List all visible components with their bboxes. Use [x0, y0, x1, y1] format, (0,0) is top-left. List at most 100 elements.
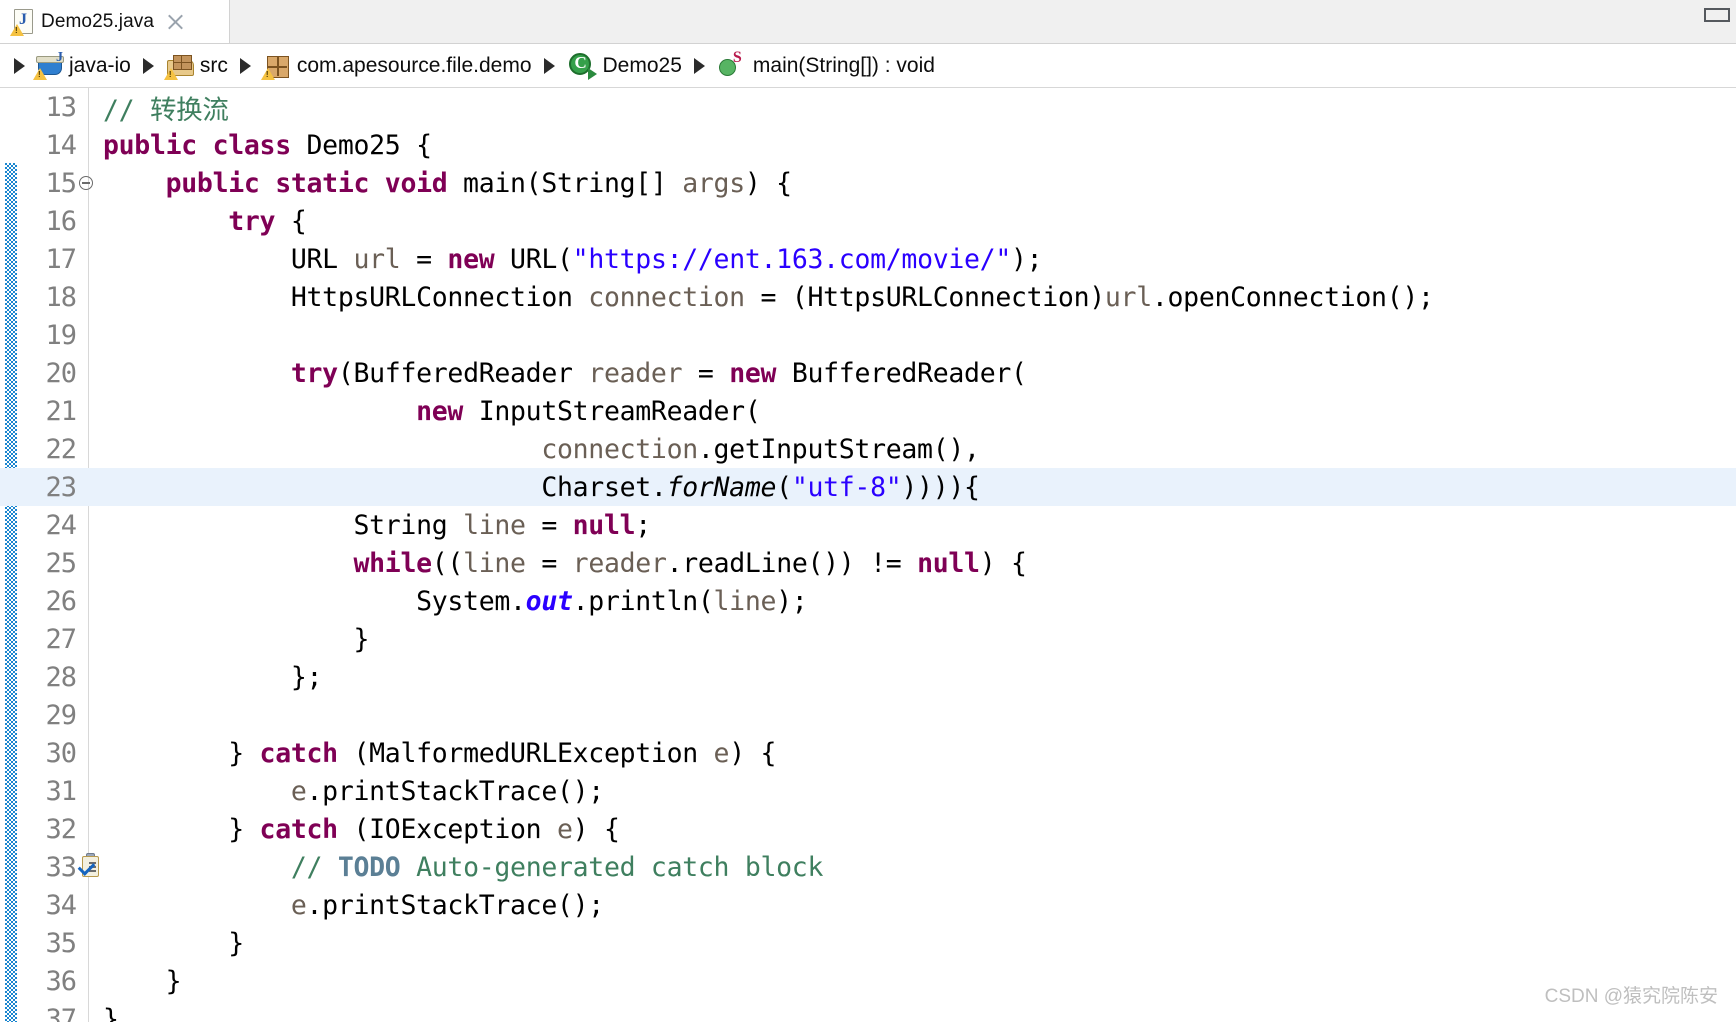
tab-demo25-java[interactable]: J Demo25.java [0, 0, 230, 44]
fold-slot [78, 430, 98, 468]
code-text[interactable]: } catch (IOException e) { [98, 814, 1736, 845]
code-text[interactable]: try(BufferedReader reader = new Buffered… [98, 358, 1736, 389]
code-text[interactable]: System.out.println(line); [98, 586, 1736, 617]
code-line-26[interactable]: 26 System.out.println(line); [0, 582, 1736, 620]
fold-collapse-icon[interactable] [78, 164, 98, 202]
line-number: 37 [45, 1003, 77, 1022]
code-text[interactable]: } catch (MalformedURLException e) { [98, 738, 1736, 769]
todo-task-icon[interactable] [77, 853, 102, 879]
line-number: 31 [45, 775, 77, 807]
java-file-warning-icon: J [10, 9, 34, 36]
static-method-icon: S [717, 49, 747, 80]
code-line-24[interactable]: 24 String line = null; [0, 506, 1736, 544]
line-number: 20 [45, 357, 77, 389]
code-line-29[interactable]: 29 [0, 696, 1736, 734]
code-line-36[interactable]: 36 } [0, 962, 1736, 1000]
runnable-class-icon [567, 52, 597, 80]
line-number: 29 [45, 699, 77, 731]
chevron-right-icon-1[interactable] [142, 57, 154, 74]
fold-slot [78, 468, 98, 506]
breadcrumb-item-package[interactable]: com.apesource.file.demo [260, 53, 532, 80]
tab-label: Demo25.java [41, 11, 155, 32]
code-line-22[interactable]: 22 connection.getInputStream(), [0, 430, 1736, 468]
chevron-right-icon-2[interactable] [239, 57, 251, 74]
code-text[interactable]: URL url = new URL("https://ent.163.com/m… [98, 244, 1736, 275]
code-line-15[interactable]: 15 public static void main(String[] args… [0, 164, 1736, 202]
code-line-32[interactable]: 32 } catch (IOException e) { [0, 810, 1736, 848]
code-text[interactable]: String line = null; [98, 510, 1736, 541]
line-number: 15 [45, 167, 77, 199]
line-number: 24 [45, 509, 77, 541]
code-text[interactable]: HttpsURLConnection connection = (HttpsUR… [98, 282, 1736, 313]
code-text[interactable]: Charset.forName("utf-8")))){ [98, 472, 1736, 503]
chevron-right-icon-4[interactable] [693, 57, 705, 74]
code-line-35[interactable]: 35 } [0, 924, 1736, 962]
code-line-20[interactable]: 20 try(BufferedReader reader = new Buffe… [0, 354, 1736, 392]
line-number: 17 [45, 243, 77, 275]
code-text[interactable]: try { [98, 206, 1736, 237]
code-text[interactable]: } [98, 1004, 1736, 1022]
fold-slot [78, 810, 98, 848]
code-line-17[interactable]: 17 URL url = new URL("https://ent.163.co… [0, 240, 1736, 278]
fold-slot [78, 1000, 98, 1022]
code-editor[interactable]: 13// 转换流 14 public class Demo25 {15 public… [0, 88, 1736, 1022]
line-number: 34 [45, 889, 77, 921]
breadcrumb: J java-io src com.apesource.file.demo De… [0, 44, 1736, 88]
code-text[interactable]: while((line = reader.readLine()) != null… [98, 548, 1736, 579]
code-text[interactable]: } [98, 624, 1736, 655]
fold-slot [78, 772, 98, 810]
breadcrumb-item-project[interactable]: J java-io [33, 50, 131, 80]
breadcrumb-label-src: src [199, 53, 228, 77]
code-line-33[interactable]: 33 // TODO Auto-generated catch block [0, 848, 1736, 886]
fold-slot [78, 582, 98, 620]
code-line-18[interactable]: 18 HttpsURLConnection connection = (Http… [0, 278, 1736, 316]
fold-slot [78, 88, 98, 126]
code-text[interactable]: public static void main(String[] args) { [98, 168, 1736, 199]
line-number: 27 [45, 623, 77, 655]
code-line-25[interactable]: 25 while((line = reader.readLine()) != n… [0, 544, 1736, 582]
fold-slot [78, 354, 98, 392]
restore-window-icon[interactable] [1704, 8, 1730, 22]
fold-slot [78, 544, 98, 582]
code-line-28[interactable]: 28 }; [0, 658, 1736, 696]
fold-slot [78, 126, 98, 164]
code-text[interactable]: // TODO Auto-generated catch block [98, 852, 1736, 883]
line-number: 35 [45, 927, 77, 959]
code-text[interactable]: e.printStackTrace(); [98, 890, 1736, 921]
code-text[interactable]: public class Demo25 { [98, 130, 1736, 161]
code-text[interactable]: } [98, 928, 1736, 959]
code-line-16[interactable]: 16 try { [0, 202, 1736, 240]
code-line-30[interactable]: 30 } catch (MalformedURLException e) { [0, 734, 1736, 772]
breadcrumb-label-method: main(String[]) : void [752, 53, 935, 77]
code-text[interactable]: new InputStreamReader( [98, 396, 1736, 427]
code-line-34[interactable]: 34 e.printStackTrace(); [0, 886, 1736, 924]
fold-slot [78, 278, 98, 316]
code-text[interactable]: // 转换流 [98, 88, 1736, 127]
code-line-13[interactable]: 13 // 转换流 [0, 88, 1736, 126]
code-line-21[interactable]: 21 new InputStreamReader( [0, 392, 1736, 430]
line-number: 14 [45, 129, 77, 161]
code-line-31[interactable]: 31 e.printStackTrace(); [0, 772, 1736, 810]
code-text[interactable]: } [98, 966, 1736, 997]
code-text[interactable]: e.printStackTrace(); [98, 776, 1736, 807]
close-icon[interactable] [166, 13, 184, 31]
code-line-37[interactable]: 37} [0, 1000, 1736, 1022]
code-line-19[interactable]: 19 [0, 316, 1736, 354]
chevron-right-icon-3[interactable] [543, 57, 555, 74]
code-text[interactable]: }; [98, 662, 1736, 693]
code-line-23[interactable]: 23 Charset.forName("utf-8")))){ [0, 468, 1736, 506]
fold-slot [78, 886, 98, 924]
code-text[interactable]: connection.getInputStream(), [98, 434, 1736, 465]
chevron-right-icon-0[interactable] [14, 57, 25, 74]
code-line-14[interactable]: 14 public class Demo25 { [0, 126, 1736, 164]
fold-slot [78, 924, 98, 962]
line-number: 13 [45, 91, 77, 123]
breadcrumb-item-method[interactable]: S main(String[]) : void [717, 49, 935, 80]
fold-slot [78, 506, 98, 544]
fold-slot [78, 658, 98, 696]
code-line-27[interactable]: 27 } [0, 620, 1736, 658]
fold-slot [77, 848, 99, 886]
editor-tab-bar: J Demo25.java [0, 0, 1736, 44]
breadcrumb-item-src[interactable]: src [163, 53, 228, 80]
breadcrumb-item-class[interactable]: Demo25 [567, 52, 682, 80]
